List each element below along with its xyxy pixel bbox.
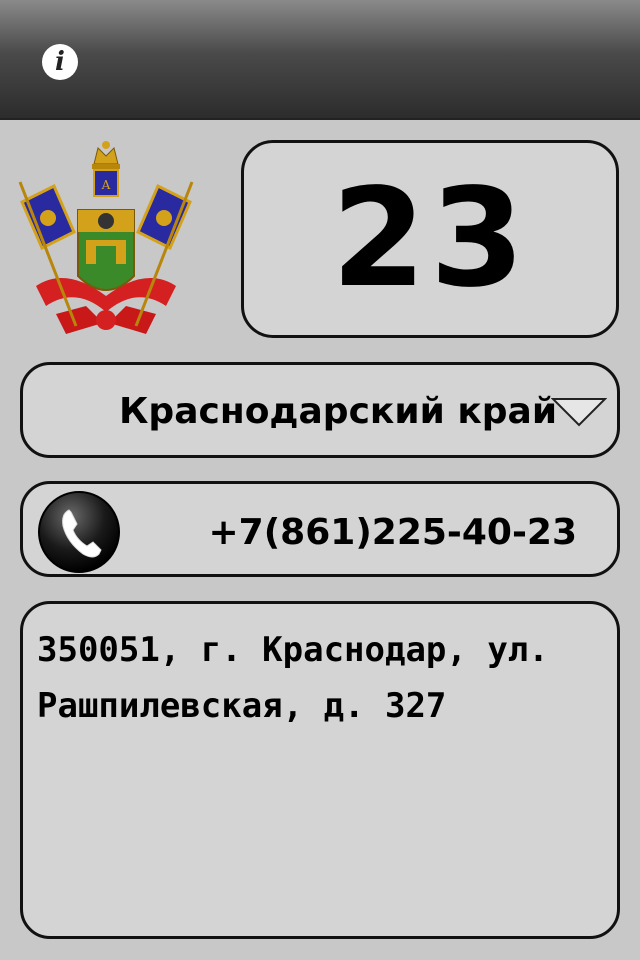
phone-number: +7(861)225-40-23 (208, 512, 578, 553)
svg-text:A: A (101, 178, 111, 192)
phone-icon (38, 491, 120, 573)
region-code: 23 (331, 160, 529, 318)
chevron-down-icon (551, 398, 607, 427)
address-box: 350051, г. Краснодар, ул. Рашпилевская, … (20, 601, 620, 939)
crown-emblem-part (92, 141, 120, 169)
info-icon[interactable]: i (42, 44, 78, 80)
address-text: 350051, г. Краснодар, ул. Рашпилевская, … (37, 630, 549, 726)
region-name: Краснодарский край (119, 391, 558, 432)
info-glyph: i (55, 47, 65, 77)
top-bar: i (0, 0, 640, 120)
region-code-box: 23 (241, 140, 619, 338)
phone-button[interactable]: +7(861)225-40-23 (20, 481, 620, 577)
coat-of-arms-icon: A (18, 141, 194, 334)
region-selector[interactable]: Краснодарский край (20, 362, 620, 458)
